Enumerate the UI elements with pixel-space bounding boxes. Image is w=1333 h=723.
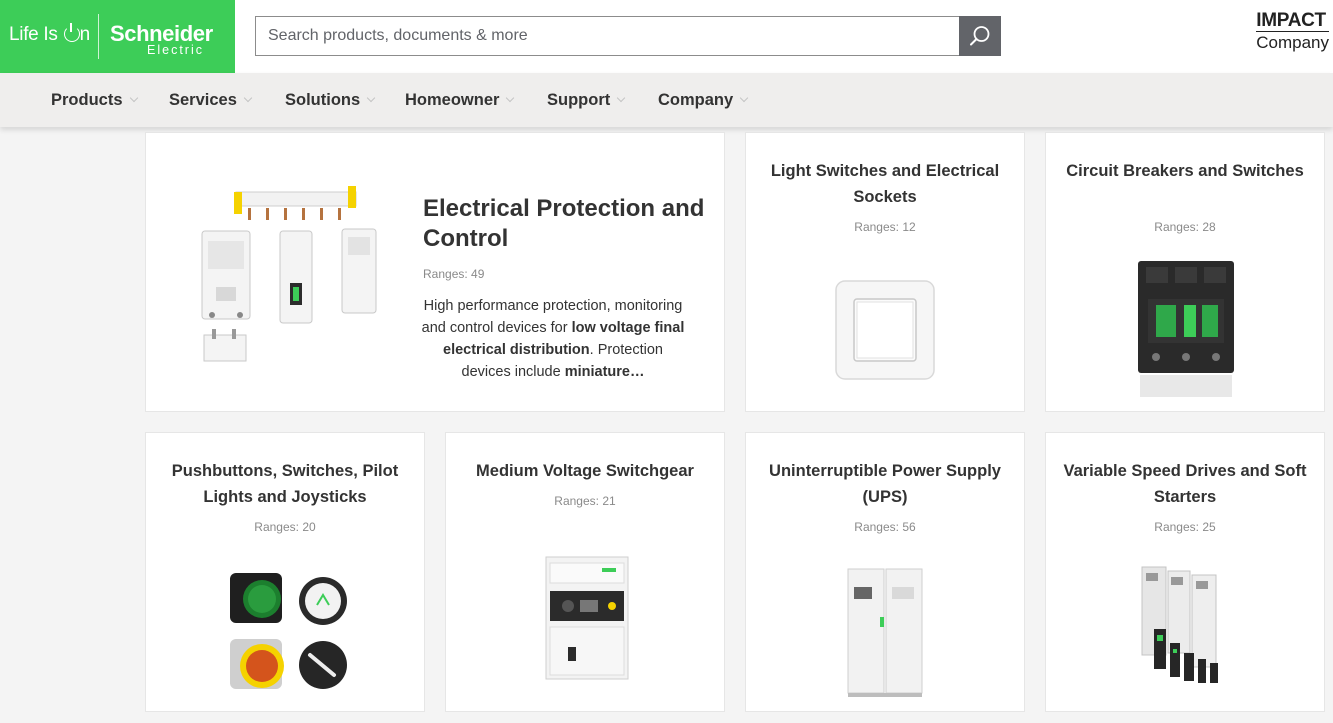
circuit-breaker-image (1138, 261, 1234, 397)
category-ranges: Ranges: 12 (854, 220, 916, 234)
switchgear-image (545, 556, 629, 680)
chevron-down-icon (129, 93, 138, 103)
variable-speed-drives-image (1141, 566, 1218, 683)
chevron-down-icon (366, 93, 376, 103)
category-title: Pushbuttons, Switches, Pilot Lights and … (171, 462, 399, 506)
ups-image (847, 568, 923, 697)
chevron-down-icon (739, 93, 749, 103)
nav-company[interactable]: Company (658, 73, 749, 127)
category-card-medium-voltage[interactable]: Medium Voltage Switchgear Ranges: 21 (445, 432, 725, 712)
category-card-pushbuttons[interactable]: Pushbuttons, Switches, Pilot Lights and … (145, 432, 425, 712)
category-card-electrical-protection[interactable]: Electrical Protection and Control Ranges… (145, 132, 725, 412)
category-ranges: Ranges: 20 (254, 520, 316, 534)
category-ranges: Ranges: 21 (554, 494, 616, 508)
impact-company-logo[interactable]: IMPACT Company (1256, 11, 1329, 53)
electrical-protection-image (201, 186, 377, 362)
main-nav: Products Services Solutions Homeowner Su… (0, 73, 1333, 127)
search-button[interactable] (959, 16, 1001, 56)
nav-support[interactable]: Support (547, 73, 626, 127)
search-input[interactable] (255, 16, 960, 56)
category-card-light-switches[interactable]: Light Switches and Electrical Sockets Ra… (745, 132, 1025, 412)
light-switch-image (835, 280, 935, 380)
category-card-variable-speed-drives[interactable]: Variable Speed Drives and Soft Starters … (1045, 432, 1325, 712)
nav-services[interactable]: Services (169, 73, 253, 127)
chevron-down-icon (243, 93, 253, 103)
featured-title: Electrical Protection and Control (423, 195, 705, 252)
category-card-ups[interactable]: Uninterruptible Power Supply (UPS) Range… (745, 432, 1025, 712)
category-title: Medium Voltage Switchgear (476, 462, 694, 480)
schneider-logo[interactable]: Life Is n Schneider Electric (0, 0, 235, 73)
category-title: Variable Speed Drives and Soft Starters (1063, 462, 1307, 506)
pushbuttons-image (230, 573, 347, 689)
site-header: Life Is n Schneider Electric IMPACT Comp… (0, 0, 1333, 73)
featured-description: High performance protection, monitoring … (421, 298, 685, 380)
logo-submark: Electric (147, 43, 204, 57)
category-card-circuit-breakers[interactable]: Circuit Breakers and Switches Ranges: 28 (1045, 132, 1325, 412)
chevron-down-icon (506, 93, 515, 103)
logo-divider (98, 14, 99, 59)
category-title: Circuit Breakers and Switches (1066, 162, 1304, 180)
featured-ranges: Ranges: 49 (423, 267, 485, 281)
search-icon (970, 26, 990, 46)
category-ranges: Ranges: 25 (1154, 520, 1216, 534)
power-icon (63, 23, 80, 42)
chevron-down-icon (617, 93, 626, 103)
category-ranges: Ranges: 28 (1154, 220, 1216, 234)
category-title: Light Switches and Electrical Sockets (770, 162, 1000, 206)
nav-homeowner[interactable]: Homeowner (405, 73, 515, 127)
category-title: Uninterruptible Power Supply (UPS) (769, 462, 1001, 506)
nav-products[interactable]: Products (51, 73, 138, 127)
search-bar (255, 16, 1001, 56)
nav-solutions[interactable]: Solutions (285, 73, 376, 127)
life-is-on-tagline: Life Is n (9, 23, 90, 45)
category-ranges: Ranges: 56 (854, 520, 916, 534)
